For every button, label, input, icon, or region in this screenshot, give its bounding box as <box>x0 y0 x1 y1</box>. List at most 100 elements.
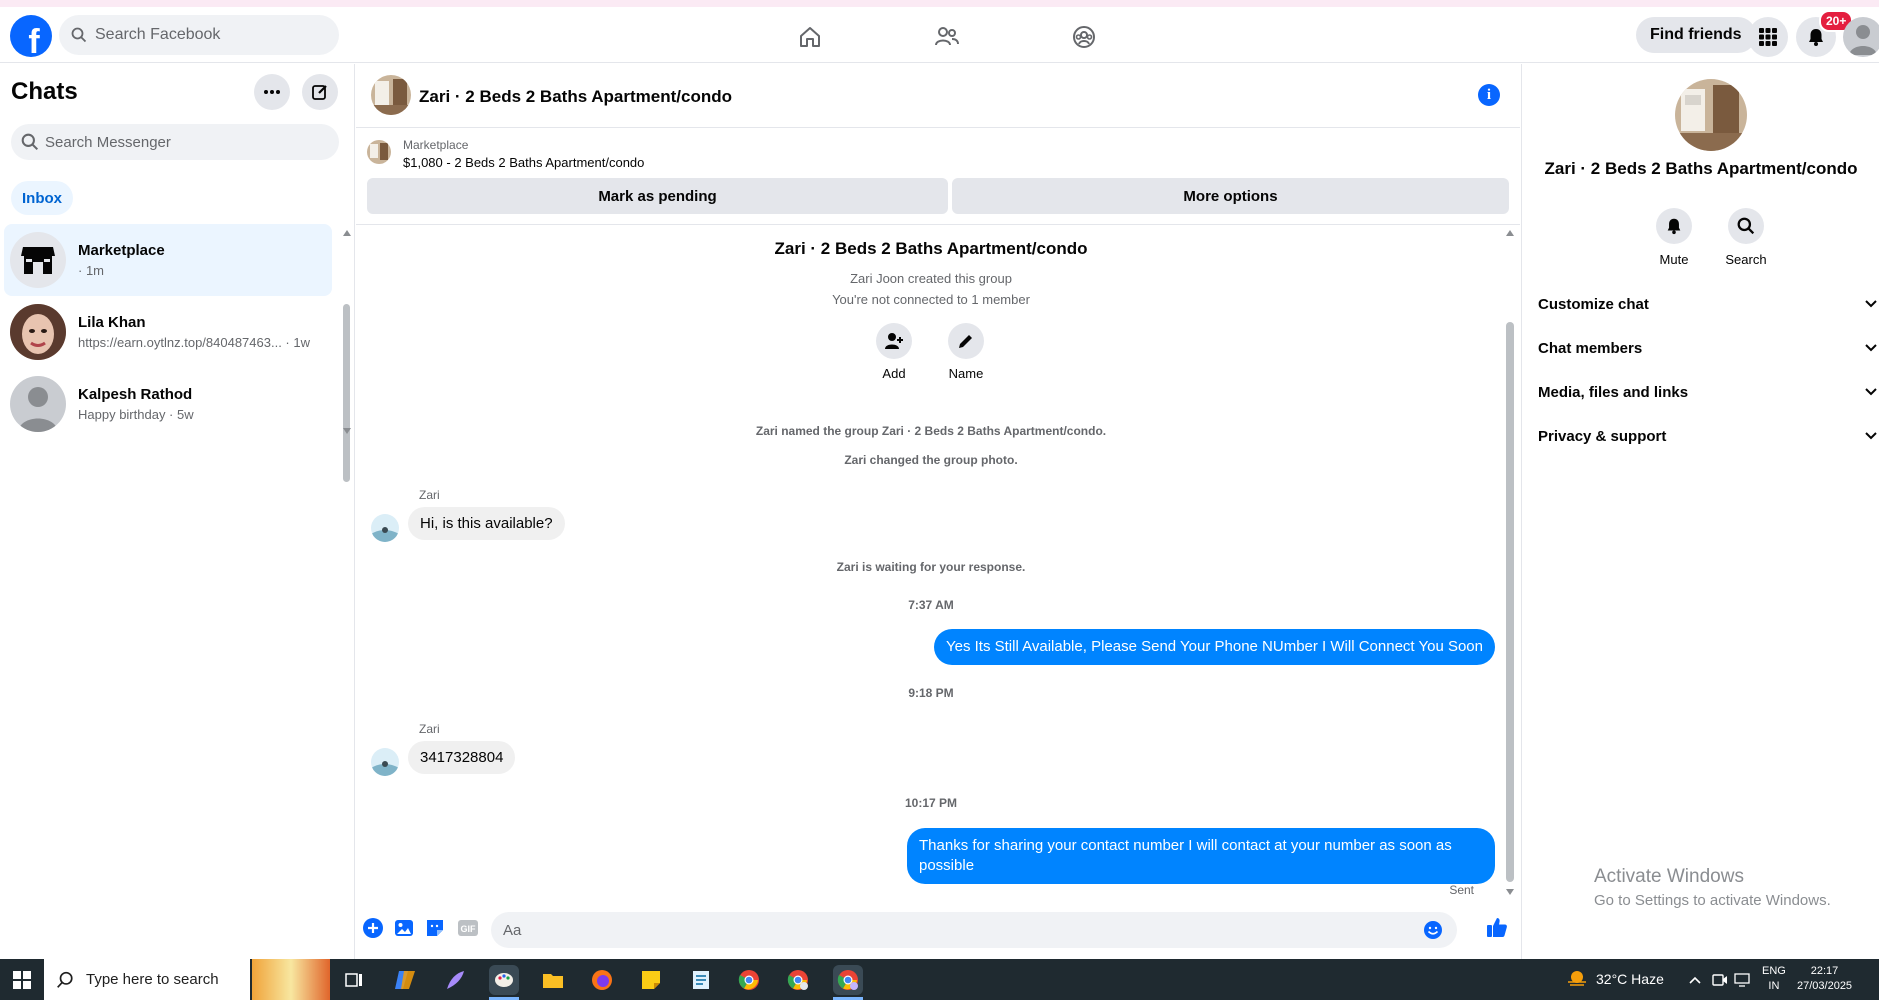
conversation-scrollbar[interactable] <box>1506 322 1514 882</box>
search-highlight-icon[interactable] <box>252 959 330 1000</box>
weather-widget[interactable]: 32°C Haze <box>1566 970 1664 988</box>
meet-now-icon[interactable] <box>1712 959 1728 1000</box>
inbox-tab[interactable]: Inbox <box>11 181 73 215</box>
chrome-profile-icon[interactable] <box>783 965 813 995</box>
group-avatar[interactable] <box>371 75 411 115</box>
chats-panel: Chats Inbox Marketplace · 1m Lila Khan h… <box>0 64 355 959</box>
like-icon[interactable] <box>1486 916 1508 938</box>
new-message-icon[interactable] <box>302 74 338 110</box>
chats-title: Chats <box>11 78 78 105</box>
groups-icon[interactable] <box>1066 19 1102 55</box>
messenger-search[interactable] <box>11 124 339 160</box>
marketplace-icon <box>10 232 66 288</box>
activate-windows-watermark: Activate Windows Go to Settings to activ… <box>1594 866 1831 909</box>
emoji-icon[interactable] <box>1423 920 1443 940</box>
task-view-icon[interactable] <box>339 965 369 995</box>
search-icon <box>1737 217 1755 235</box>
not-connected-text: You're not connected to 1 member <box>832 292 1030 307</box>
message-bubble[interactable]: 3417328804 <box>408 741 516 774</box>
chat-item-marketplace[interactable]: Marketplace · 1m <box>4 224 332 296</box>
chat-members-section[interactable]: Chat members <box>1538 333 1878 363</box>
message-input-box[interactable] <box>491 912 1457 948</box>
chats-scrollbar[interactable] <box>343 304 350 482</box>
facebook-search-input[interactable] <box>95 26 315 44</box>
search-icon <box>71 27 87 43</box>
file-explorer-icon[interactable] <box>538 965 568 995</box>
divider <box>356 224 1520 225</box>
chevron-up-icon[interactable] <box>1688 959 1702 1000</box>
photo-icon[interactable] <box>394 918 414 938</box>
chat-item-lila-khan[interactable]: Lila Khan https://earn.oytlnz.top/840487… <box>4 296 332 368</box>
taskbar-clock[interactable]: 22:17 27/03/2025 <box>1797 964 1852 994</box>
sticky-notes-icon[interactable] <box>636 965 666 995</box>
message-bubble[interactable]: Hi, is this available? <box>408 507 565 540</box>
chat-info-title: Zari · 2 Beds 2 Baths Apartment/condo <box>1544 159 1858 178</box>
media-files-links-section[interactable]: Media, files and links <box>1538 377 1878 407</box>
info-icon[interactable]: i <box>1478 84 1500 106</box>
system-message: Zari changed the group photo. <box>844 453 1018 467</box>
browser-top-strip <box>0 0 1879 7</box>
mark-as-pending-button[interactable]: Mark as pending <box>367 178 948 214</box>
listing-price[interactable]: $1,080 - 2 Beds 2 Baths Apartment/condo <box>403 155 644 170</box>
copilot-icon[interactable] <box>390 965 420 995</box>
conversation-panel: Zari · 2 Beds 2 Baths Apartment/condo i … <box>356 64 1520 959</box>
more-options-icon[interactable] <box>254 74 290 110</box>
menu-grid-icon[interactable] <box>1748 17 1788 57</box>
scroll-up-arrow[interactable] <box>1506 230 1514 236</box>
feather-app-icon[interactable] <box>440 965 470 995</box>
facebook-search[interactable] <box>59 15 339 55</box>
name-group-button[interactable]: Name <box>936 323 996 381</box>
firefox-icon[interactable] <box>587 965 617 995</box>
chrome-icon[interactable] <box>734 965 764 995</box>
sender-name: Zari <box>419 488 440 502</box>
bell-icon <box>1667 218 1681 235</box>
sender-name: Zari <box>419 722 440 736</box>
group-title: Zari · 2 Beds 2 Baths Apartment/condo <box>774 239 1088 258</box>
scroll-down-arrow[interactable] <box>1506 889 1514 895</box>
gif-icon[interactable]: GIF <box>457 918 479 938</box>
message-bubble[interactable]: Thanks for sharing your contact number I… <box>907 828 1495 884</box>
avatar[interactable] <box>371 514 399 542</box>
language-indicator[interactable]: ENG IN <box>1762 964 1786 994</box>
notepad-icon[interactable] <box>686 965 716 995</box>
facebook-logo[interactable]: f <box>10 15 52 57</box>
message-bubble[interactable]: Yes Its Still Available, Please Send You… <box>933 629 1495 665</box>
add-member-button[interactable]: Add <box>864 323 924 381</box>
windows-start-icon[interactable] <box>0 959 44 1000</box>
avatar[interactable] <box>371 748 399 776</box>
search-in-chat-button[interactable]: Search <box>1716 208 1776 267</box>
home-icon[interactable] <box>792 19 828 55</box>
chevron-down-icon <box>1865 300 1877 308</box>
messenger-search-input[interactable] <box>45 133 305 151</box>
weather-haze-icon <box>1568 971 1586 986</box>
sent-status: Sent <box>1449 883 1474 897</box>
mute-button[interactable]: Mute <box>1644 208 1704 267</box>
customize-chat-section[interactable]: Customize chat <box>1538 289 1878 319</box>
scroll-down-arrow[interactable] <box>343 428 351 434</box>
listing-thumbnail[interactable] <box>367 140 391 164</box>
chat-name: Lila Khan <box>78 314 146 331</box>
timestamp: 9:18 PM <box>908 686 954 700</box>
message-composer: GIF <box>356 904 1520 954</box>
find-friends-button[interactable]: Find friends <box>1636 17 1756 53</box>
chat-item-kalpesh-rathod[interactable]: Kalpesh Rathod Happy birthday · 5w <box>4 368 332 440</box>
group-avatar[interactable] <box>1675 79 1747 151</box>
message-input[interactable] <box>503 921 1403 939</box>
friends-icon[interactable] <box>929 19 965 55</box>
top-navigation: f Find friends 20+ <box>0 7 1879 63</box>
chat-preview: · 1m <box>78 263 104 278</box>
waiting-text: Zari is waiting for your response. <box>836 560 1026 574</box>
more-options-button[interactable]: More options <box>952 178 1509 214</box>
network-icon[interactable] <box>1734 959 1752 1000</box>
profile-avatar[interactable] <box>1843 17 1879 57</box>
chat-preview: Happy birthday · 5w <box>78 407 194 422</box>
chrome-active-icon[interactable] <box>833 965 863 995</box>
taskbar-search[interactable]: Type here to search <box>44 959 250 1000</box>
avatar <box>10 376 66 432</box>
privacy-support-section[interactable]: Privacy & support <box>1538 421 1878 451</box>
conversation-title[interactable]: Zari · 2 Beds 2 Baths Apartment/condo <box>419 87 732 107</box>
sticker-icon[interactable] <box>425 918 445 938</box>
scroll-up-arrow[interactable] <box>343 230 351 236</box>
paint-app-icon[interactable] <box>489 965 519 995</box>
plus-icon[interactable] <box>363 918 383 938</box>
